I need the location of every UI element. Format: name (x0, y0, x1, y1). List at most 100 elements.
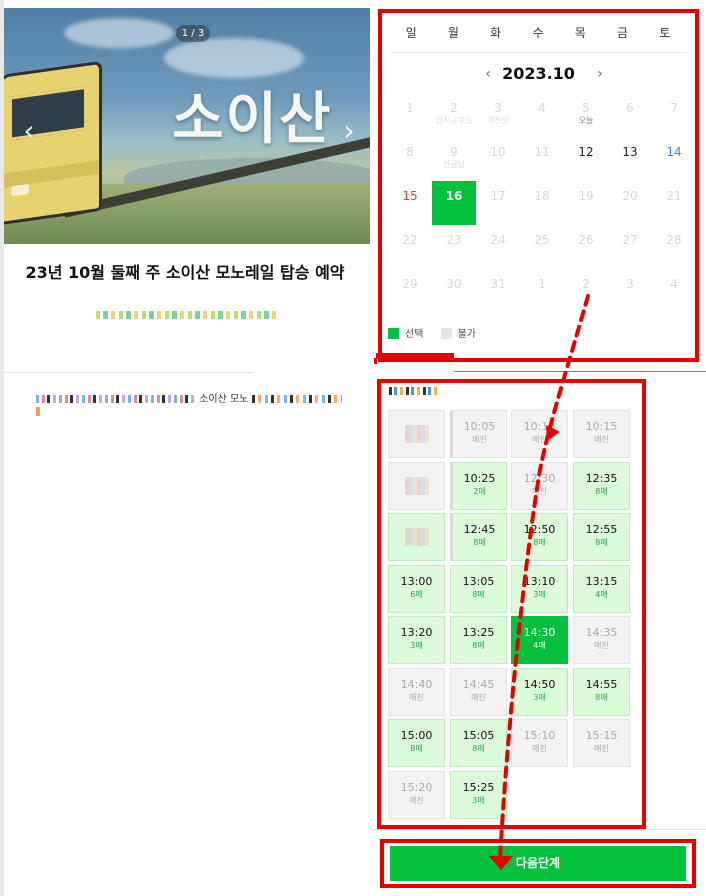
calendar-day-number: 17 (490, 189, 506, 203)
time-slot[interactable]: 13:10 3매 (511, 565, 568, 613)
current-month: 2023.10 (502, 64, 575, 83)
calendar-day-number: 22 (402, 233, 418, 247)
time-slot[interactable]: 13:15 4매 (573, 565, 630, 613)
time-slot-selected[interactable]: 14:30 4매 (511, 616, 568, 664)
weekday-label: 수 (532, 26, 544, 40)
time-slot-time: 10:15 (585, 420, 618, 433)
calendar-day-number: 11 (534, 145, 550, 159)
time-slot[interactable]: 14:55 8매 (573, 668, 630, 716)
calendar-day-number: 5 (582, 101, 590, 115)
cloud (64, 18, 174, 48)
time-slot-availability: 4매 (595, 590, 608, 599)
calendar-day[interactable]: 13 (608, 137, 652, 181)
prev-month-button[interactable]: ‹ (478, 61, 498, 87)
calendar-day: 3 개천절 (476, 93, 520, 137)
time-slot[interactable]: 10:25 2매 (450, 462, 507, 510)
time-slot[interactable]: 15:00 8매 (388, 719, 445, 767)
calendar-day[interactable]: 14 (652, 137, 696, 181)
next-step-area: 다음단계 (380, 839, 696, 888)
time-slot: 12:30 매진 (511, 462, 568, 510)
calendar-day: 4 (652, 269, 696, 313)
time-slot-availability: 8매 (472, 590, 485, 599)
time-slot-time: 10:25 (463, 472, 496, 485)
time-slot (388, 410, 445, 458)
time-slot-availability: 8매 (595, 487, 608, 496)
calendar-day-number: 29 (402, 277, 418, 291)
time-slot-time: 13:15 (585, 575, 618, 588)
product-banner-carousel[interactable]: 소이산 1 / 3 ‹ › (4, 8, 370, 244)
time-slot-time: 13:00 (400, 575, 433, 588)
time-slot[interactable]: 15:05 8매 (450, 719, 507, 767)
time-slot-time: 14:45 (462, 678, 495, 691)
time-slot: 10:10 매진 (511, 410, 568, 458)
calendar-day: 6 (608, 93, 652, 137)
time-slot[interactable]: 13:20 3매 (388, 616, 445, 664)
weekday-label: 토 (659, 26, 671, 40)
time-slot[interactable]: 13:00 6매 (388, 565, 445, 613)
time-slot-availability: 8매 (595, 538, 608, 547)
time-slot-availability: 매진 (532, 744, 547, 753)
time-slot[interactable]: 12:35 8매 (573, 462, 630, 510)
weekday-label: 목 (574, 26, 586, 40)
calendar-day: 19 (564, 181, 608, 225)
time-slot-availability: 매진 (594, 641, 609, 650)
calendar-day-number: 6 (626, 101, 634, 115)
calendar-day-number: 19 (578, 189, 594, 203)
time-slot[interactable]: 12:50 8매 (511, 513, 568, 561)
time-slot-time: 12:55 (585, 523, 618, 536)
calendar-day-number: 2 (450, 101, 458, 115)
product-panel: 소이산 1 / 3 ‹ › 23년 10월 둘째 주 소이산 모노레일 탑승 예… (0, 0, 372, 896)
calendar-day[interactable]: 12 (564, 137, 608, 181)
time-slot[interactable]: 14:50 3매 (511, 668, 568, 716)
calendar-day: 9 한글날 (432, 137, 476, 181)
time-slot-availability: 4매 (533, 641, 546, 650)
time-slot[interactable]: 15:25 3매 (450, 771, 507, 819)
calendar-day: 31 (476, 269, 520, 313)
weekday-header: 일월화수목금토 (390, 23, 686, 53)
time-slot: 14:35 매진 (573, 616, 630, 664)
time-slot[interactable]: 13:05 8매 (450, 565, 507, 613)
calendar-day: 10 (476, 137, 520, 181)
next-step-button[interactable]: 다음단계 (390, 846, 686, 881)
time-slot-time: 13:05 (462, 575, 495, 588)
calendar-day: 1 (520, 269, 564, 313)
time-slot[interactable]: 12:55 8매 (573, 513, 630, 561)
calendar-day[interactable]: 15 (388, 181, 432, 225)
calendar-section: 일월화수목금토 ‹ 2023.10 › 1 2 임시공휴일 3 개천절 4 5 오늘 6 7 8 9 한… (378, 9, 699, 362)
next-month-button[interactable]: › (590, 61, 610, 87)
product-description: 소이산 모노 (36, 390, 342, 405)
time-slot-availability: 매진 (594, 435, 609, 444)
calendar-day-number: 3 (626, 277, 634, 291)
calendar-day: 20 (608, 181, 652, 225)
time-slot[interactable]: 12:45 8매 (450, 513, 507, 561)
time-slot[interactable] (388, 513, 445, 561)
time-slot-time: 13:20 (400, 626, 433, 639)
time-slot-time: 10:05 (463, 420, 496, 433)
calendar-legend: 선택 불가 (388, 325, 476, 340)
time-slot-availability: 8매 (595, 693, 608, 702)
chevron-right-icon[interactable]: › (338, 116, 360, 146)
time-slot-availability: 매진 (409, 693, 424, 702)
calendar-day: 29 (388, 269, 432, 313)
time-slot-availability: 매진 (532, 435, 547, 444)
time-slot-time: 12:30 (523, 472, 556, 485)
calendar-day-selected[interactable]: 16 (432, 181, 476, 225)
calendar-day-number: 12 (578, 145, 594, 159)
chevron-left-icon[interactable]: ‹ (18, 116, 40, 146)
weekday-label: 일 (405, 26, 417, 40)
time-slot-availability: 매진 (472, 435, 487, 444)
calendar-day: 22 (388, 225, 432, 269)
calendar-day-number: 2 (582, 277, 590, 291)
calendar-day: 17 (476, 181, 520, 225)
calendar-day-number: 16 (445, 189, 463, 203)
time-slot-time: 13:10 (523, 575, 556, 588)
time-slot-time: 14:40 (400, 678, 433, 691)
divider (4, 372, 254, 373)
time-slot-time: 12:50 (523, 523, 556, 536)
calendar-day: 21 (652, 181, 696, 225)
time-slot[interactable]: 13:25 8매 (450, 616, 507, 664)
time-slot-time: 13:25 (462, 626, 495, 639)
cloud (164, 38, 304, 78)
booking-page: 소이산 1 / 3 ‹ › 23년 10월 둘째 주 소이산 모노레일 탑승 예… (0, 0, 706, 896)
calendar-day: 7 (652, 93, 696, 137)
